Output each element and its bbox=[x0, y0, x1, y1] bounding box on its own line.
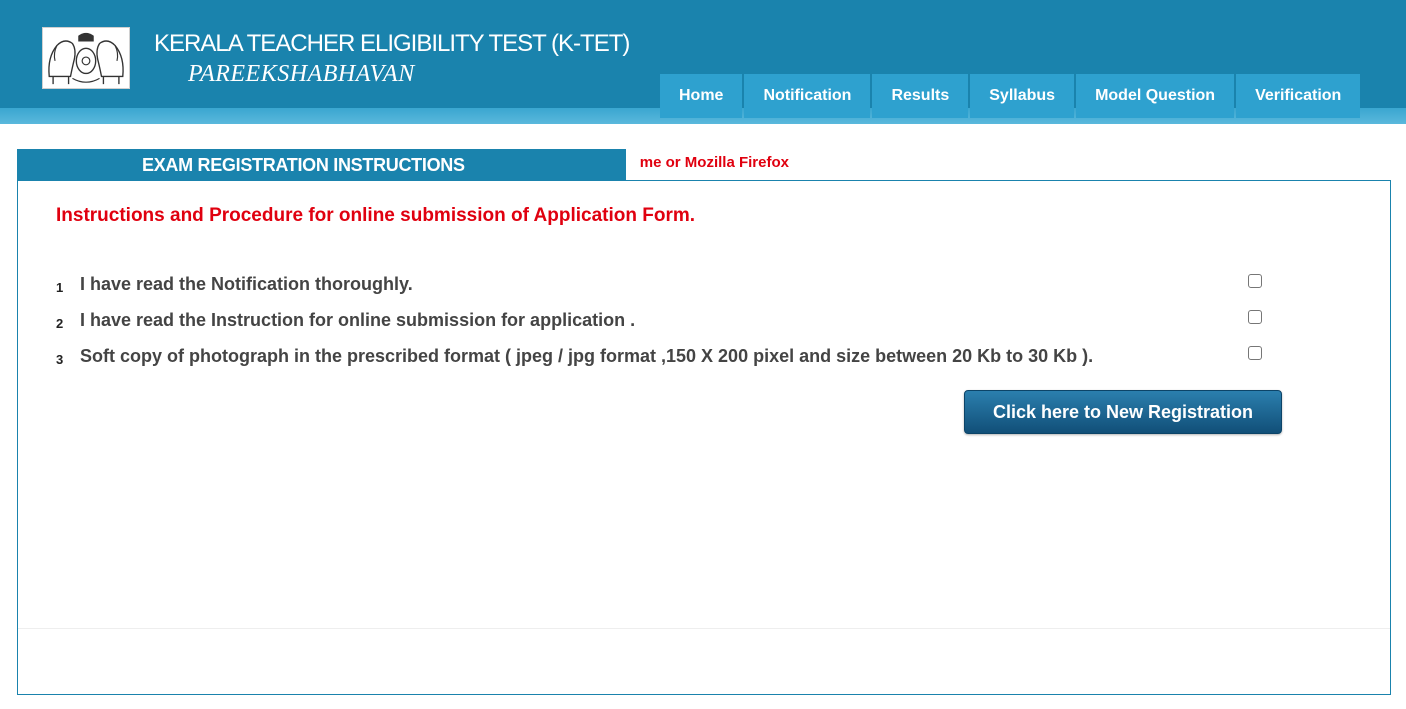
instruction-number: 3 bbox=[56, 352, 64, 367]
site-title: KERALA TEACHER ELIGIBILITY TEST (K-TET) bbox=[154, 30, 630, 57]
instruction-number: 2 bbox=[56, 316, 64, 331]
nav-model-question[interactable]: Model Question bbox=[1076, 74, 1235, 118]
nav-notification[interactable]: Notification bbox=[744, 74, 871, 118]
kerala-emblem-icon[interactable] bbox=[42, 27, 130, 89]
instruction-item: 3 Soft copy of photograph in the prescri… bbox=[56, 346, 1286, 370]
instruction-item: 1 I have read the Notification thoroughl… bbox=[56, 274, 1286, 298]
tab-exam-registration-instructions: EXAM REGISTRATION INSTRUCTIONS bbox=[17, 149, 626, 181]
instruction-text: I have read the Notification thoroughly. bbox=[80, 274, 413, 294]
nav-home[interactable]: Home bbox=[660, 74, 743, 118]
instruction-number: 1 bbox=[56, 280, 64, 295]
nav-verification[interactable]: Verification bbox=[1236, 74, 1361, 118]
instruction-text: Soft copy of photograph in the prescribe… bbox=[80, 346, 1094, 366]
kerala-emblem-icon-graphic bbox=[48, 32, 124, 85]
new-registration-button[interactable]: Click here to New Registration bbox=[964, 390, 1282, 434]
browser-notice-text: me or Mozilla Firefox bbox=[639, 154, 789, 171]
instructions-panel: Instructions and Procedure for online su… bbox=[17, 180, 1391, 695]
site-subtitle: PAREEKSHABHAVAN bbox=[188, 61, 415, 87]
nav-results[interactable]: Results bbox=[872, 74, 969, 118]
instruction-checkbox-2[interactable] bbox=[1248, 310, 1262, 324]
instruction-checkbox-1[interactable] bbox=[1248, 274, 1262, 288]
main-nav: Home Notification Results Syllabus Model… bbox=[660, 74, 1361, 118]
site-header: KERALA TEACHER ELIGIBILITY TEST (K-TET) … bbox=[0, 0, 1406, 124]
nav-syllabus[interactable]: Syllabus bbox=[970, 74, 1075, 118]
panel-divider bbox=[18, 628, 1390, 629]
instruction-checkbox-3[interactable] bbox=[1248, 346, 1262, 360]
instruction-text: I have read the Instruction for online s… bbox=[80, 310, 636, 330]
instructions-heading: Instructions and Procedure for online su… bbox=[56, 205, 696, 226]
instruction-item: 2 I have read the Instruction for online… bbox=[56, 310, 1286, 334]
